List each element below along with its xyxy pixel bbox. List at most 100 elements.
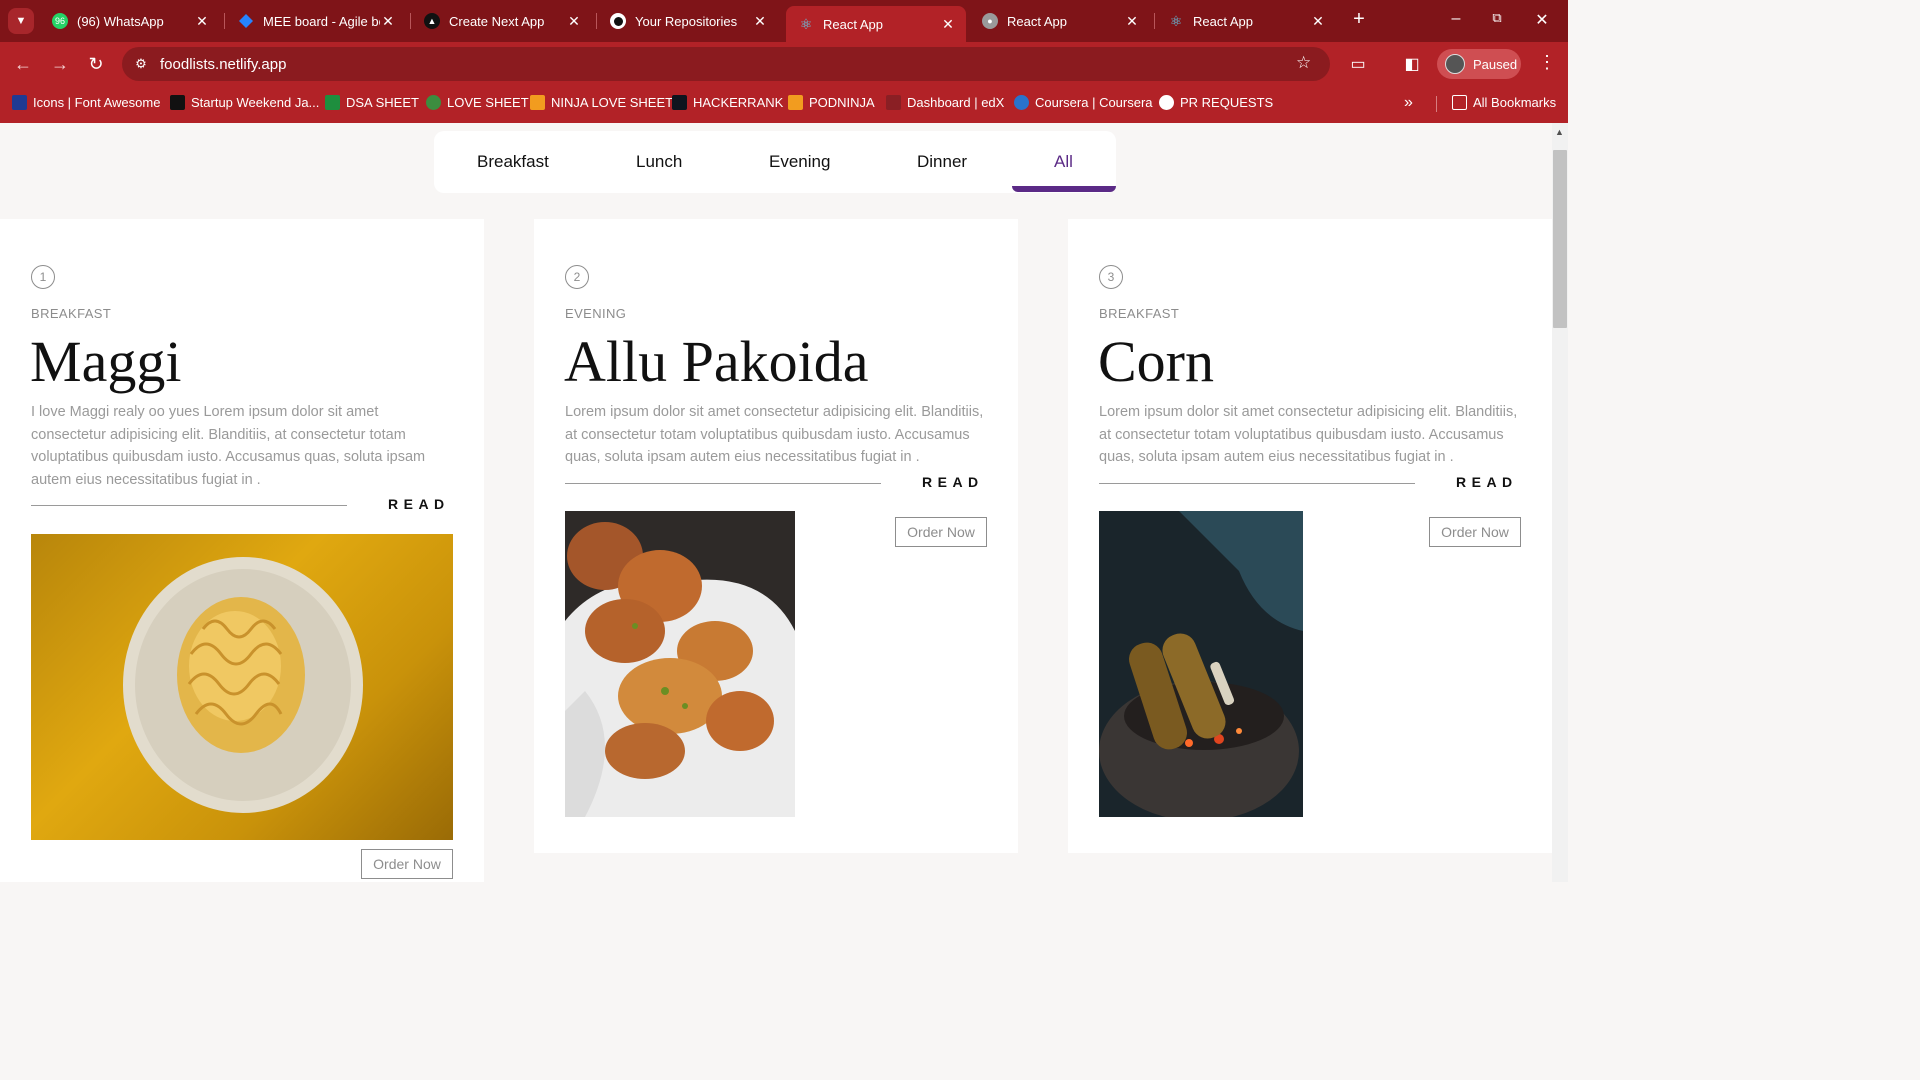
nav-active-underline [1012, 186, 1116, 192]
reload-icon[interactable]: ↻ [85, 53, 107, 75]
folder-icon [1452, 95, 1467, 110]
back-arrow-icon[interactable]: ← [12, 53, 34, 75]
github-icon [610, 13, 626, 29]
tab-title: React App [823, 16, 883, 32]
close-icon[interactable]: ✕ [752, 13, 768, 30]
read-link[interactable]: READ [1456, 474, 1518, 490]
tab-separator [224, 13, 225, 29]
tab-mee-board[interactable]: MEE board - Agile bo ✕ [226, 6, 406, 36]
tab-title: React App [1193, 13, 1253, 29]
tab-your-repositories[interactable]: Your Repositories ✕ [598, 6, 778, 36]
nav-all[interactable]: All [1054, 152, 1073, 172]
new-tab-button[interactable]: + [1348, 9, 1370, 31]
bookmark-label: Dashboard | edX [907, 95, 1005, 110]
bookmark-item[interactable]: Dashboard | edX [886, 95, 1004, 110]
side-panel-icon[interactable]: ◧ [1402, 54, 1422, 74]
bookmark-label: PR REQUESTS [1180, 95, 1274, 110]
startup-icon [170, 95, 185, 110]
restore-icon[interactable]: ⧉ [1487, 10, 1507, 26]
bookmark-star-icon[interactable]: ☆ [1296, 53, 1311, 73]
tab-react-app-active[interactable]: ⚛ React App ✕ [786, 6, 966, 42]
scrollbar-thumb[interactable] [1553, 150, 1567, 328]
minimize-icon[interactable]: – [1446, 10, 1466, 28]
bookmark-label: DSA SHEET [346, 95, 419, 110]
close-icon[interactable]: ✕ [194, 13, 210, 30]
tab-separator [596, 13, 597, 29]
tab-separator [1154, 13, 1155, 29]
card-number: 2 [565, 265, 589, 289]
tab-create-next-app[interactable]: ▲ Create Next App ✕ [412, 6, 592, 36]
close-icon[interactable]: ✕ [380, 13, 396, 30]
bookmark-label: LOVE SHEET [447, 95, 529, 110]
tab-search-button[interactable]: ▼ [8, 8, 34, 34]
bookmark-item[interactable]: LOVE SHEET [426, 95, 529, 110]
tab-title: (96) WhatsApp [77, 13, 164, 29]
github-icon [1159, 95, 1174, 110]
bookmark-label: HACKERRANK [693, 95, 784, 110]
bookmark-item[interactable]: PR REQUESTS [1159, 95, 1273, 110]
bookmark-label: NINJA LOVE SHEET [551, 95, 674, 110]
chevron-double-right-icon[interactable]: » [1404, 94, 1413, 112]
card-title: Allu Pakoida [564, 329, 869, 394]
extensions-icon[interactable]: ▭ [1348, 54, 1368, 74]
tab-react-app-2[interactable]: ● React App ✕ [970, 6, 1150, 36]
jira-icon [238, 13, 254, 29]
close-icon[interactable]: ✕ [1124, 13, 1140, 30]
order-now-button[interactable]: Order Now [1429, 517, 1521, 547]
card-divider [1099, 483, 1415, 484]
close-icon[interactable]: ✕ [566, 13, 582, 30]
react-icon: ⚛ [1169, 12, 1183, 29]
close-icon[interactable]: ✕ [940, 16, 956, 33]
bookmarks-separator [1436, 96, 1437, 112]
roasted-corn-photo [1099, 511, 1303, 817]
maggi-noodles-photo [31, 534, 453, 840]
card-title: Maggi [30, 329, 182, 394]
card-number: 3 [1099, 265, 1123, 289]
nav-evening[interactable]: Evening [769, 152, 830, 172]
edx-icon [886, 95, 901, 110]
bookmark-label: All Bookmarks [1473, 95, 1557, 110]
nav-lunch[interactable]: Lunch [636, 152, 682, 172]
profile-button[interactable]: Paused [1437, 49, 1521, 79]
read-link[interactable]: READ [388, 496, 450, 512]
podninja-icon [788, 95, 803, 110]
card-divider [565, 483, 881, 484]
tab-react-app-3[interactable]: ⚛ React App ✕ [1156, 6, 1336, 36]
card-title: Corn [1098, 329, 1214, 394]
url-text[interactable]: foodlists.netlify.app [160, 56, 286, 73]
bookmark-item[interactable]: NINJA LOVE SHEET [530, 95, 673, 110]
card-number: 1 [31, 265, 55, 289]
bookmark-item[interactable]: Startup Weekend Ja... [170, 95, 319, 110]
site-info-icon[interactable]: ⚙ [132, 55, 150, 73]
triangle-icon: ▲ [424, 13, 440, 29]
card-category: EVENING [565, 306, 627, 321]
menu-kebab-icon[interactable]: ⋮ [1538, 52, 1556, 73]
tab-title: Create Next App [449, 13, 545, 29]
profile-label: Paused [1473, 56, 1518, 72]
bookmark-item[interactable]: PODNINJA [788, 95, 875, 110]
bookmark-label: Startup Weekend Ja... [191, 95, 320, 110]
bookmark-item[interactable]: HACKERRANK [672, 95, 783, 110]
bookmark-item[interactable]: DSA SHEET [325, 95, 419, 110]
bookmark-label: Icons | Font Awesome [33, 95, 161, 110]
bookmark-item[interactable]: Coursera | Coursera [1014, 95, 1153, 110]
order-now-button[interactable]: Order Now [361, 849, 453, 879]
close-icon[interactable]: ✕ [1310, 13, 1326, 30]
card-category: BREAKFAST [1099, 306, 1180, 321]
address-bar[interactable] [122, 47, 1330, 81]
card-divider [31, 505, 347, 506]
hackerrank-icon [672, 95, 687, 110]
window-close-icon[interactable]: ✕ [1532, 10, 1552, 30]
bookmark-label: Coursera | Coursera [1035, 95, 1153, 110]
bookmark-item[interactable]: Icons | Font Awesome [12, 95, 160, 110]
scroll-up-arrow-icon[interactable]: ▲ [1555, 127, 1564, 137]
tab-whatsapp[interactable]: 96 (96) WhatsApp ✕ [40, 6, 220, 36]
forward-arrow-icon[interactable]: → [49, 53, 71, 75]
nav-dinner[interactable]: Dinner [917, 152, 967, 172]
nav-breakfast[interactable]: Breakfast [477, 152, 549, 172]
chevron-down-icon: ▼ [15, 15, 27, 27]
flag-icon [12, 95, 27, 110]
all-bookmarks-button[interactable]: All Bookmarks [1452, 95, 1556, 110]
order-now-button[interactable]: Order Now [895, 517, 987, 547]
read-link[interactable]: READ [922, 474, 984, 490]
